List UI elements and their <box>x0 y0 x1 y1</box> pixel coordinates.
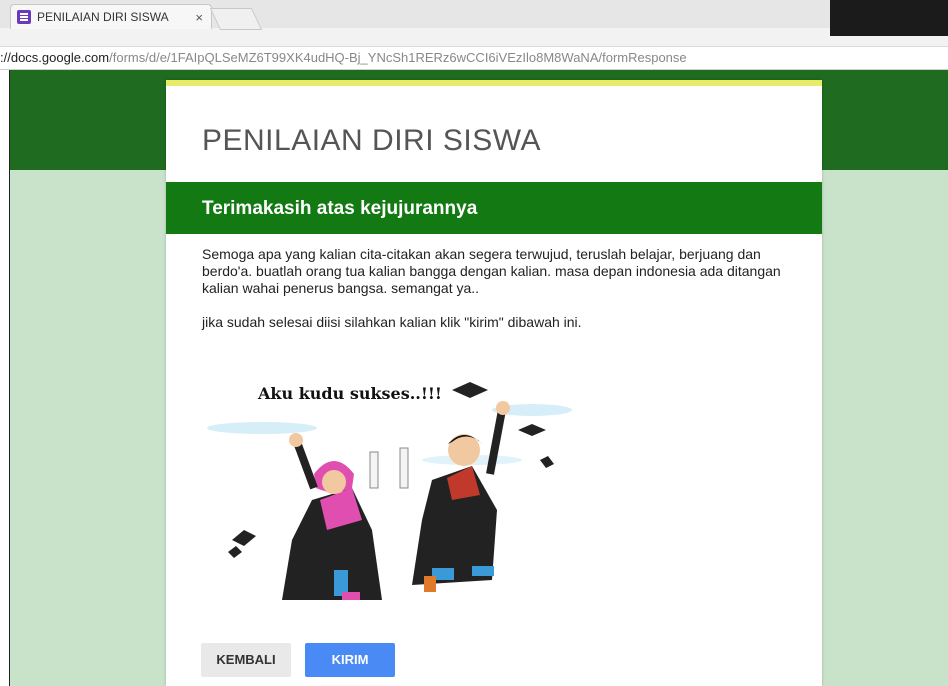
browser-chrome: PENILAIAN DIRI SISWA × <box>0 0 948 46</box>
section-description: Semoga apa yang kalian cita-citakan akan… <box>202 246 781 296</box>
window-controls-area <box>830 0 948 36</box>
section-title: Terimakasih atas kejujurannya <box>202 198 478 219</box>
page-left-edge <box>0 70 10 686</box>
url-host: ://docs.google.com <box>0 50 110 65</box>
close-icon[interactable]: × <box>195 10 203 25</box>
address-bar[interactable]: ://docs.google.com/forms/d/e/1FAIpQLSeMZ… <box>0 46 948 70</box>
back-button[interactable]: KEMBALI <box>201 643 291 677</box>
form-card: PENILAIAN DIRI SISWA Terimakasih atas ke… <box>166 80 822 686</box>
url-path: /forms/d/e/1FAIpQLSeMZ6T99XK4udHQ-Bj_YNc… <box>109 50 687 65</box>
form-title: PENILAIAN DIRI SISWA <box>202 124 541 157</box>
section-header: Terimakasih atas kejujurannya <box>166 182 822 234</box>
submit-button[interactable]: KIRIM <box>305 643 395 677</box>
graduation-illustration <box>207 382 572 600</box>
browser-tab[interactable]: PENILAIAN DIRI SISWA × <box>10 4 212 29</box>
card-accent-bar <box>166 80 822 86</box>
forms-icon <box>17 10 31 24</box>
tab-title: PENILAIAN DIRI SISWA <box>37 10 169 24</box>
instruction-note: jika sudah selesai diisi silahkan kalian… <box>202 314 582 330</box>
illustration-caption: Aku kudu sukses..!!! <box>258 384 442 403</box>
